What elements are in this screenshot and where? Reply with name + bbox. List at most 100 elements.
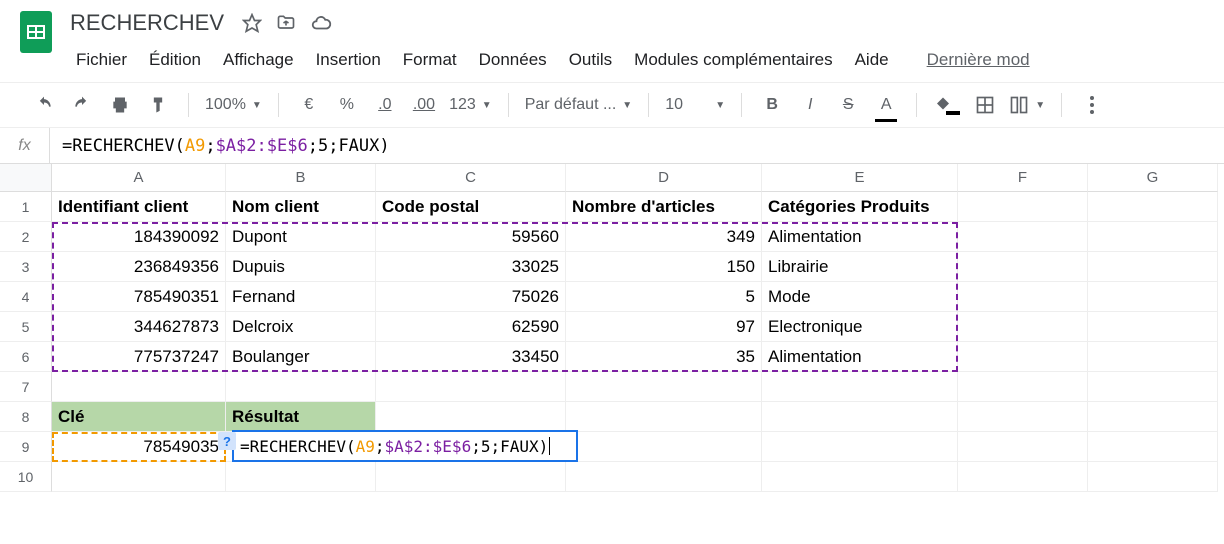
cell[interactable]: 35: [566, 342, 762, 372]
cell[interactable]: [1088, 252, 1218, 282]
cell[interactable]: 33450: [376, 342, 566, 372]
move-folder-icon[interactable]: [276, 13, 296, 33]
cell[interactable]: 775737247: [52, 342, 226, 372]
undo-button[interactable]: [30, 90, 58, 120]
decrease-decimal-button[interactable]: .0: [371, 90, 399, 120]
row-header[interactable]: 4: [0, 282, 52, 312]
cell[interactable]: Mode: [762, 282, 958, 312]
spreadsheet-grid[interactable]: 1 2 3 4 5 6 7 8 9 10 A B C D E F G Ident…: [0, 164, 1224, 492]
cell[interactable]: 184390092: [52, 222, 226, 252]
cell[interactable]: [1088, 282, 1218, 312]
cell[interactable]: [376, 402, 566, 432]
menu-edit[interactable]: Édition: [139, 46, 211, 74]
cell[interactable]: Clé: [52, 402, 226, 432]
doc-title[interactable]: RECHERCHEV: [66, 8, 228, 38]
col-header[interactable]: D: [566, 164, 762, 192]
cell[interactable]: [566, 372, 762, 402]
cell[interactable]: [1088, 222, 1218, 252]
font-dropdown[interactable]: Par défaut ...▼: [525, 96, 633, 114]
font-size-dropdown[interactable]: 10▼: [665, 96, 725, 114]
cell[interactable]: [1088, 192, 1218, 222]
cell[interactable]: [762, 372, 958, 402]
cell[interactable]: Résultat: [226, 402, 376, 432]
borders-button[interactable]: [971, 90, 999, 120]
cell[interactable]: [1088, 462, 1218, 492]
increase-decimal-button[interactable]: .00: [409, 90, 439, 120]
cell[interactable]: Electronique: [762, 312, 958, 342]
redo-button[interactable]: [68, 90, 96, 120]
row-header[interactable]: 9: [0, 432, 52, 462]
cell[interactable]: Catégories Produits: [762, 192, 958, 222]
col-header[interactable]: A: [52, 164, 226, 192]
formula-help-badge[interactable]: ?: [218, 432, 236, 450]
row-header[interactable]: 10: [0, 462, 52, 492]
cell[interactable]: [52, 462, 226, 492]
italic-button[interactable]: I: [796, 90, 824, 120]
menu-addons[interactable]: Modules complémentaires: [624, 46, 842, 74]
menu-data[interactable]: Données: [469, 46, 557, 74]
cell[interactable]: [958, 342, 1088, 372]
cell[interactable]: [958, 222, 1088, 252]
cell[interactable]: [376, 462, 566, 492]
star-icon[interactable]: [242, 13, 262, 33]
cell[interactable]: Librairie: [762, 252, 958, 282]
number-format-dropdown[interactable]: 123▼: [449, 96, 492, 114]
cloud-status-icon[interactable]: [310, 12, 332, 34]
row-header[interactable]: 7: [0, 372, 52, 402]
cell[interactable]: 5: [566, 282, 762, 312]
cell[interactable]: Alimentation: [762, 222, 958, 252]
more-toolbar-icon[interactable]: [1078, 90, 1106, 120]
cell[interactable]: 75026: [376, 282, 566, 312]
row-header[interactable]: 6: [0, 342, 52, 372]
fill-color-button[interactable]: [933, 90, 961, 120]
cell[interactable]: Delcroix: [226, 312, 376, 342]
cell[interactable]: 236849356: [52, 252, 226, 282]
cell[interactable]: [958, 462, 1088, 492]
cell[interactable]: 33025: [376, 252, 566, 282]
cell[interactable]: [566, 402, 762, 432]
cell[interactable]: [226, 372, 376, 402]
row-header[interactable]: 3: [0, 252, 52, 282]
menu-format[interactable]: Format: [393, 46, 467, 74]
cell[interactable]: [52, 372, 226, 402]
cell[interactable]: [1088, 312, 1218, 342]
cell[interactable]: Identifiant client: [52, 192, 226, 222]
sheets-logo[interactable]: [16, 12, 56, 52]
cell[interactable]: [226, 462, 376, 492]
text-color-button[interactable]: A: [872, 90, 900, 120]
cell[interactable]: [958, 312, 1088, 342]
percent-button[interactable]: %: [333, 90, 361, 120]
cell[interactable]: 59560: [376, 222, 566, 252]
cell[interactable]: 150: [566, 252, 762, 282]
cell[interactable]: [958, 282, 1088, 312]
cell[interactable]: Nom client: [226, 192, 376, 222]
menu-file[interactable]: Fichier: [66, 46, 137, 74]
merge-cells-button[interactable]: ▼: [1009, 95, 1045, 115]
row-header[interactable]: 8: [0, 402, 52, 432]
currency-button[interactable]: €: [295, 90, 323, 120]
menu-tools[interactable]: Outils: [559, 46, 622, 74]
cell[interactable]: [762, 462, 958, 492]
cell[interactable]: [958, 432, 1088, 462]
cell[interactable]: [762, 402, 958, 432]
cell[interactable]: [566, 432, 762, 462]
col-header[interactable]: F: [958, 164, 1088, 192]
paint-format-button[interactable]: [144, 90, 172, 120]
cell[interactable]: Code postal: [376, 192, 566, 222]
row-header[interactable]: 1: [0, 192, 52, 222]
cell[interactable]: Boulanger: [226, 342, 376, 372]
col-header[interactable]: B: [226, 164, 376, 192]
cell[interactable]: Alimentation: [762, 342, 958, 372]
cell[interactable]: [1088, 432, 1218, 462]
menu-view[interactable]: Affichage: [213, 46, 304, 74]
cell[interactable]: [1088, 342, 1218, 372]
cell[interactable]: [958, 252, 1088, 282]
cell[interactable]: Dupont: [226, 222, 376, 252]
col-header[interactable]: E: [762, 164, 958, 192]
cell[interactable]: [762, 432, 958, 462]
cell[interactable]: Dupuis: [226, 252, 376, 282]
cell[interactable]: Fernand: [226, 282, 376, 312]
formula-edit-overlay[interactable]: =RECHERCHEV(A9;$A$2:$E$6;5;FAUX): [232, 430, 578, 462]
cell[interactable]: [958, 372, 1088, 402]
cell[interactable]: [958, 402, 1088, 432]
